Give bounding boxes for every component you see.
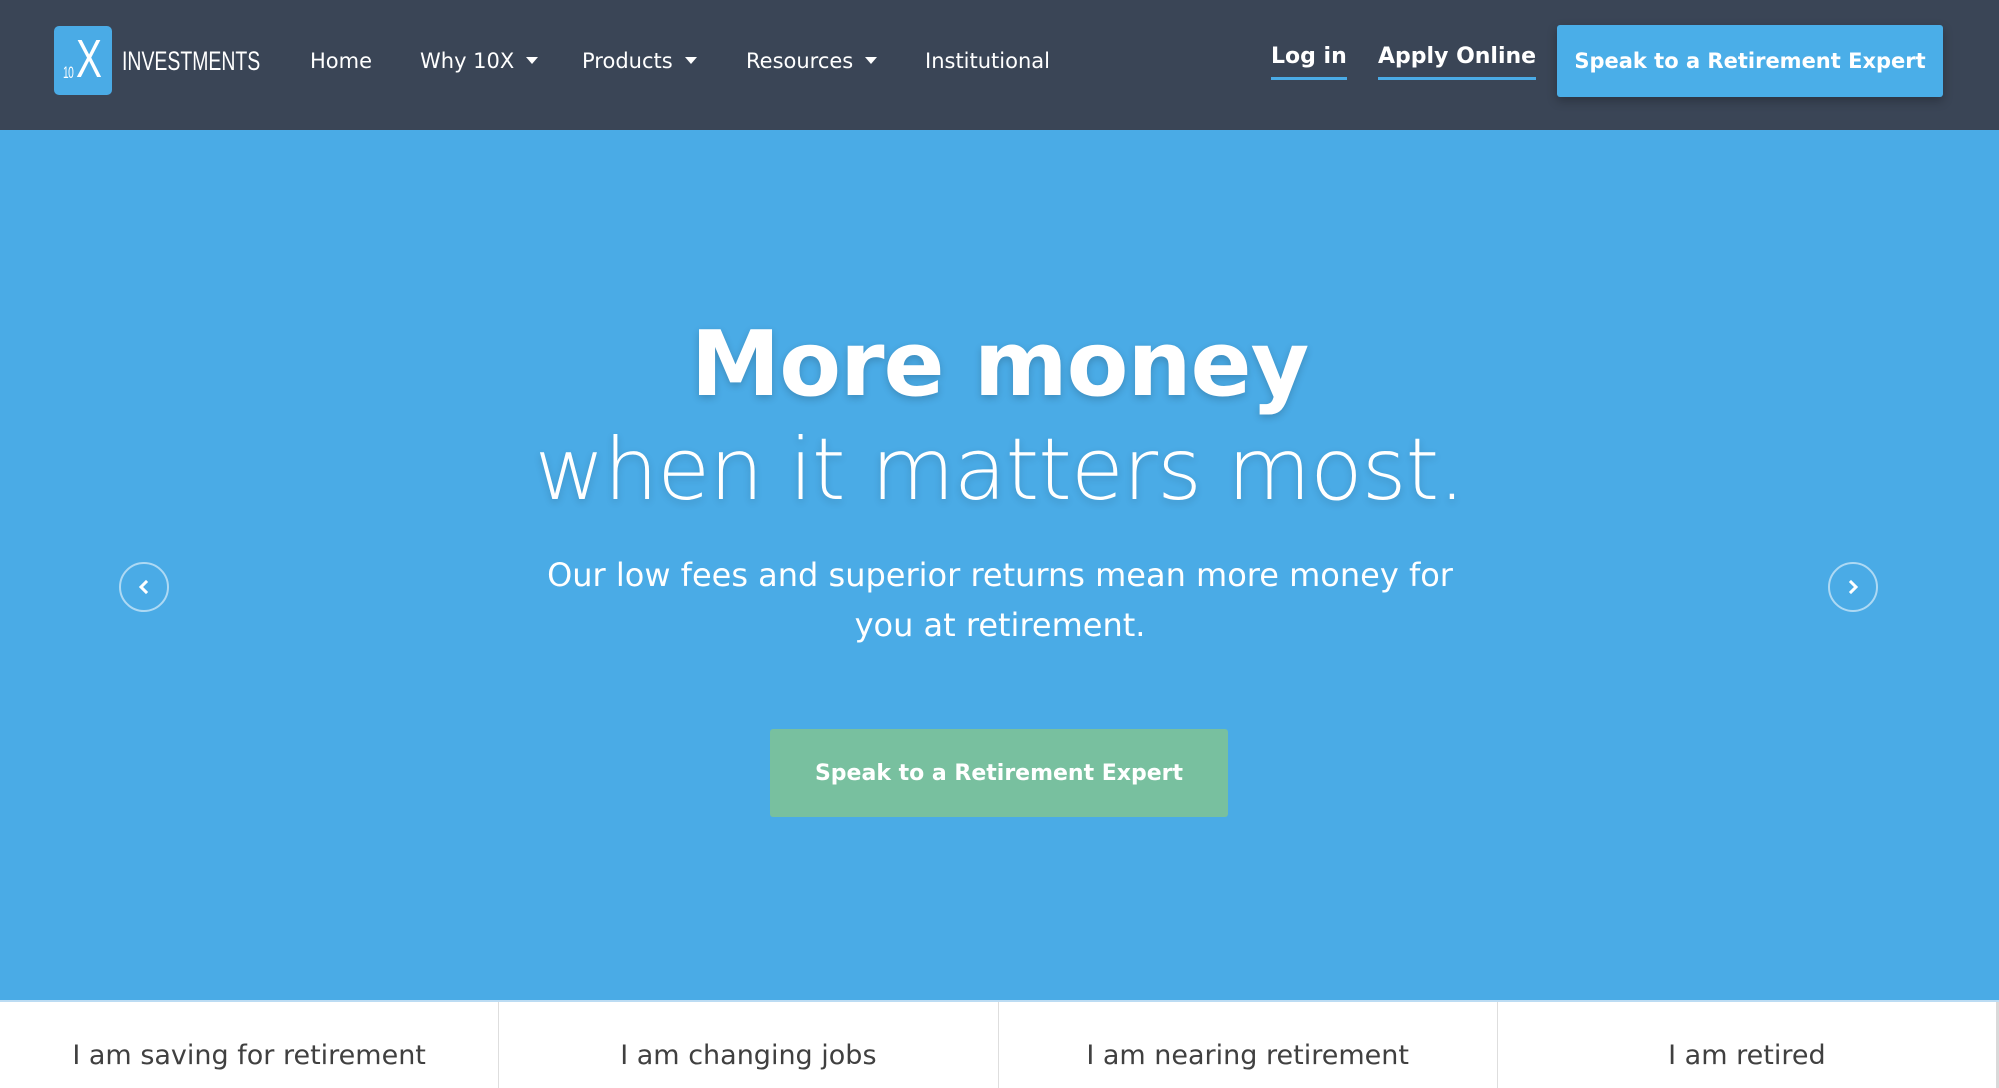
nav-home[interactable]: Home [310,45,372,77]
nav-products[interactable]: Products [582,45,697,77]
nav-institutional-label: Institutional [925,49,1050,73]
persona-label: I am nearing retirement [1086,1040,1409,1071]
nav-why-10x[interactable]: Why 10X [420,45,539,77]
caret-down-icon [526,56,539,64]
hero-title: More money [690,312,1310,417]
site-header: 10 X INVESTMENTS Home Why 10X Products R… [0,0,1999,130]
nav-home-label: Home [310,49,373,73]
carousel-prev-button[interactable] [119,562,169,612]
nav-resources-label: Resources [746,49,854,73]
nav-products-label: Products [582,49,673,73]
apply-online-link[interactable]: Apply Online [1378,42,1537,80]
chevron-right-icon [1848,579,1859,595]
chevron-left-icon [138,579,149,595]
persona-saving[interactable]: I am saving for retirement [0,1002,500,1088]
hero-subtitle: when it matters most. [534,420,1465,520]
persona-label: I am retired [1668,1040,1826,1071]
persona-label: I am changing jobs [620,1040,877,1071]
nav-why-10x-label: Why 10X [420,49,515,73]
hero-carousel: More money when it matters most. Our low… [0,130,1999,1002]
persona-changing-jobs[interactable]: I am changing jobs [499,1002,999,1088]
nav-institutional[interactable]: Institutional [925,45,1050,77]
nav-resources[interactable]: Resources [746,45,878,77]
logo-wordmark[interactable]: INVESTMENTS [122,44,260,78]
caret-down-icon [865,56,878,64]
caret-down-icon [684,56,697,64]
logo-ten: 10 [63,63,74,82]
carousel-next-button[interactable] [1828,562,1878,612]
header-speak-to-expert-button[interactable]: Speak to a Retirement Expert [1557,25,1943,97]
hero-speak-to-expert-button[interactable]: Speak to a Retirement Expert [770,729,1228,817]
logo[interactable]: 10 X [54,26,112,95]
persona-retired[interactable]: I am retired [1498,1002,1996,1088]
persona-selector: I am saving for retirement I am changing… [0,1002,1999,1088]
logo-x: X [76,29,102,89]
login-link[interactable]: Log in [1271,42,1347,80]
persona-nearing-retirement[interactable]: I am nearing retirement [999,1002,1498,1088]
persona-label: I am saving for retirement [72,1040,426,1071]
hero-description: Our low fees and superior returns mean m… [547,556,1453,644]
